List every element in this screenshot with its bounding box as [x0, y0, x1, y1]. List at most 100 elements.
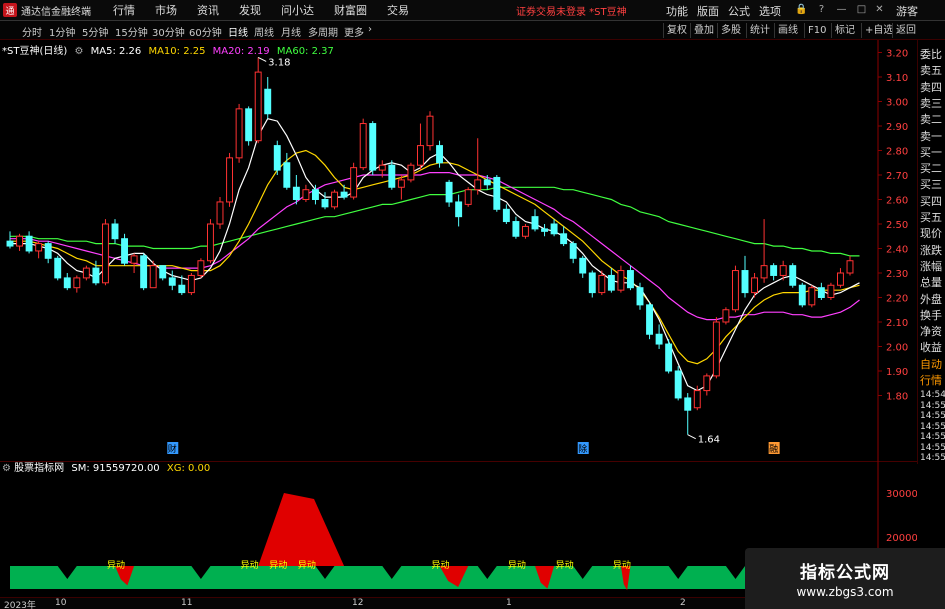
side-item[interactable]: 买一	[920, 144, 945, 160]
candle-body	[598, 274, 606, 294]
side-item[interactable]: 现价	[920, 225, 945, 241]
candle-body	[311, 189, 319, 200]
side-item[interactable]: 委比	[920, 46, 945, 62]
event-marker-text: 除	[578, 443, 587, 455]
candle-body	[493, 176, 501, 210]
candle-body	[722, 309, 730, 323]
candle-body	[665, 343, 673, 372]
candle-body	[531, 216, 539, 230]
candle-body	[770, 265, 778, 276]
tab-multi-period[interactable]: 多周期	[308, 24, 338, 39]
menu-banmian[interactable]: 版面	[697, 3, 719, 19]
maximize-icon[interactable]: □	[855, 3, 868, 16]
candle-body	[388, 164, 396, 188]
date-tick-11: 11	[181, 598, 193, 608]
candle	[54, 255, 62, 281]
app-title: 通达信金融终端	[21, 6, 91, 18]
tab-fenshi[interactable]: 分时	[22, 24, 42, 39]
side-item[interactable]: 买四	[920, 193, 945, 209]
candle-body	[273, 145, 281, 171]
ma5-line	[10, 118, 860, 392]
menu-wenxiaoda[interactable]: 问小达	[281, 2, 314, 18]
candle-body	[197, 260, 205, 276]
btn-fuquan[interactable]: 复权	[663, 23, 687, 38]
menu-xuanxiang[interactable]: 选项	[759, 3, 781, 19]
menu-jiaoyi[interactable]: 交易	[387, 2, 409, 18]
quote-side-panel: 委比 卖五 卖四 卖三 卖二 卖一 买一 买二 买三 买四 买五 现价 涨跌 涨幅 总量 外盘 换手 净资 收益 自动…	[917, 40, 945, 464]
candle	[426, 111, 434, 151]
tab-1min[interactable]: 1分钟	[49, 24, 75, 39]
btn-back[interactable]: 返回	[892, 23, 916, 38]
period-toolbar: 分时 1分钟 5分钟 15分钟 30分钟 60分钟 日线 周线 月线 多周期 更…	[0, 21, 945, 40]
lock-icon[interactable]: 🔒	[795, 3, 808, 16]
side-item[interactable]: 买二	[920, 160, 945, 176]
side-item[interactable]: 行情	[920, 372, 945, 388]
side-item[interactable]: 买五	[920, 209, 945, 225]
candle-body	[521, 225, 529, 237]
tab-15min[interactable]: 15分钟	[115, 24, 148, 39]
side-item[interactable]: 换手	[920, 307, 945, 323]
guest-label[interactable]: 游客	[896, 3, 918, 19]
menu-gongshi[interactable]: 公式	[728, 3, 750, 19]
low-price-label: 1.64	[698, 435, 720, 446]
btn-add-watchlist[interactable]: +自选	[861, 23, 893, 38]
candle-body	[808, 287, 816, 306]
candle-body	[703, 375, 711, 392]
side-item[interactable]: 自动	[920, 356, 945, 372]
btn-duogu[interactable]: 多股	[717, 23, 741, 38]
menu-zixun[interactable]: 资讯	[197, 2, 219, 18]
side-item[interactable]: 总量	[920, 274, 945, 290]
tab-30min[interactable]: 30分钟	[152, 24, 185, 39]
yidong-label: 异动	[241, 560, 259, 571]
tab-weekly[interactable]: 周线	[254, 24, 274, 39]
minimize-icon[interactable]: —	[835, 3, 848, 16]
candle-body	[245, 108, 253, 142]
tab-more[interactable]: 更多	[344, 24, 364, 39]
candlestick-chart[interactable]: 3.20 3.10 3.00 2.90 2.80 2.70 2.60 2.50 2.40 2.30…	[0, 40, 917, 462]
side-item[interactable]: 涨跌	[920, 242, 945, 258]
side-item[interactable]: 收益	[920, 339, 945, 355]
btn-diejia[interactable]: 叠加	[690, 23, 714, 38]
candle-body	[235, 108, 243, 159]
menu-gongneng[interactable]: 功能	[666, 3, 688, 19]
tab-daily[interactable]: 日线	[228, 24, 248, 39]
side-item[interactable]: 买三	[920, 176, 945, 192]
btn-tongji[interactable]: 统计	[746, 23, 770, 38]
side-item[interactable]: 卖五	[920, 62, 945, 78]
candle	[789, 263, 797, 288]
help-icon[interactable]: ?	[815, 3, 828, 16]
side-item[interactable]: 外盘	[920, 291, 945, 307]
menu-shichang[interactable]: 市场	[155, 2, 177, 18]
side-item[interactable]: 涨幅	[920, 258, 945, 274]
candle	[674, 366, 682, 401]
candle-body	[741, 270, 749, 294]
btn-biaoji[interactable]: 标记	[831, 23, 855, 38]
btn-f10[interactable]: F10	[804, 23, 826, 38]
candle-body	[292, 186, 300, 200]
candle-body	[407, 164, 415, 181]
watermark-title: 指标公式网	[800, 563, 890, 583]
side-item[interactable]: 卖三	[920, 95, 945, 111]
candle-body	[827, 284, 835, 298]
side-item[interactable]: 净资	[920, 323, 945, 339]
candle-body	[836, 272, 844, 286]
tab-monthly[interactable]: 月线	[281, 24, 301, 39]
candle-body	[636, 287, 644, 306]
candle	[712, 317, 720, 379]
menu-hangqing[interactable]: 行情	[113, 2, 135, 18]
btn-huaxian[interactable]: 画线	[774, 23, 798, 38]
price-tick-label: 3.20	[886, 49, 908, 60]
candle	[722, 307, 730, 325]
side-item[interactable]: 卖四	[920, 79, 945, 95]
menu-caifuquan[interactable]: 财富圈	[334, 2, 367, 18]
tab-5min[interactable]: 5分钟	[82, 24, 108, 39]
candle	[493, 175, 501, 212]
side-item[interactable]: 卖二	[920, 111, 945, 127]
tab-60min[interactable]: 60分钟	[189, 24, 222, 39]
more-chevron-icon[interactable]: ›	[368, 24, 372, 35]
candle-body	[101, 223, 109, 284]
menu-faxian[interactable]: 发现	[239, 2, 261, 18]
candle-body	[178, 284, 186, 294]
close-icon[interactable]: ✕	[873, 3, 886, 16]
side-item[interactable]: 卖一	[920, 128, 945, 144]
